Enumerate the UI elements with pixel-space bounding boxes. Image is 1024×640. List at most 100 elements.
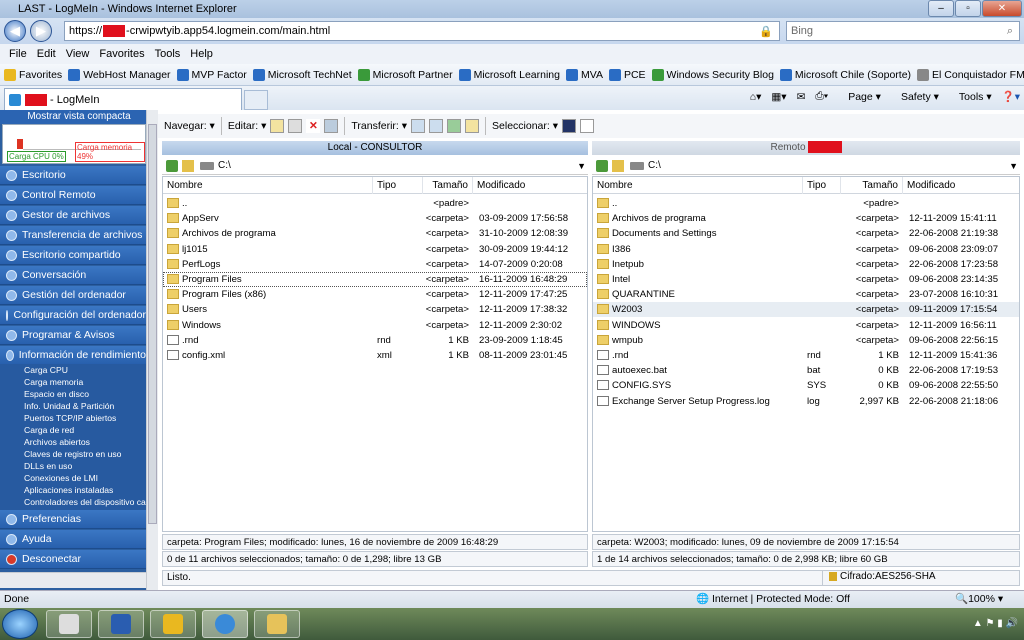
file-row[interactable]: Archivos de programa <carpeta> 31-10-2009 … [163,226,587,241]
taskbar-word[interactable] [98,610,144,638]
sidebar-item-transferencia[interactable]: Transferencia de archivos [0,226,146,245]
file-row[interactable]: .. <padre> [163,196,587,211]
taskbar-explorer[interactable] [254,610,300,638]
subitem-carga-cpu[interactable]: Carga CPU [0,364,146,376]
menu-favorites[interactable]: Favorites [99,48,144,60]
file-row[interactable]: Documents and Settings <carpeta> 22-06-200… [593,226,1019,241]
menu-view[interactable]: View [66,48,90,60]
subitem-controladores[interactable]: Controladores del dispositivo ca [0,496,146,508]
file-row[interactable]: Users <carpeta> 12-11-2009 17:38:32 [163,302,587,317]
sidebar-item-rendimiento[interactable]: Información de rendimiento [0,346,146,365]
fav-mvpfactor[interactable]: MVP Factor [176,68,247,81]
subitem-puertos[interactable]: Puertos TCP/IP abiertos [0,412,146,424]
recycle-icon[interactable] [324,119,339,133]
fav-learning[interactable]: Microsoft Learning [458,68,560,81]
search-icon[interactable]: ⌕ [1007,25,1013,38]
fav-webhost[interactable]: WebHost Manager [68,68,171,81]
subitem-conexiones[interactable]: Conexiones de LMI [0,472,146,484]
copy-right-icon[interactable] [429,119,444,133]
close-button[interactable]: ✕ [982,0,1022,17]
select-all-icon[interactable] [562,119,577,133]
file-row[interactable]: .rnd rnd 1 KB 23-09-2009 1:18:45 [163,333,587,348]
address-bar[interactable]: https:// -crwipwtyib.app54.logmein.com/m… [64,21,780,41]
delete-icon[interactable]: ✕ [306,119,321,133]
col-tipo[interactable]: Tipo [803,177,841,194]
zoom-control[interactable]: 🔍100% ▾ [955,591,1003,608]
back-button[interactable]: ◀ [4,20,26,42]
seleccionar-dropdown[interactable]: ▾ [550,120,558,132]
menu-edit[interactable]: Edit [37,48,56,60]
folder-sync-icon[interactable] [465,119,480,133]
file-row[interactable]: AppServ <carpeta> 03-09-2009 17:56:58 [163,211,587,226]
new-folder-icon[interactable] [270,119,285,133]
feeds-icon[interactable]: ▦▾ [771,91,786,103]
minimize-button[interactable]: – [928,0,954,17]
favorites-button[interactable]: Favorites [4,68,62,81]
file-row[interactable]: wmpub <carpeta> 09-06-2008 22:56:15 [593,333,1019,348]
local-file-list[interactable]: Nombre Tipo Tamaño Modificado .. <padre> A… [162,176,588,532]
col-tipo[interactable]: Tipo [373,177,423,194]
fav-mva[interactable]: MVA [565,68,603,81]
sidebar-scrollbar[interactable] [146,110,158,590]
fav-technet[interactable]: Microsoft TechNet [252,68,352,81]
subitem-aplicaciones[interactable]: Aplicaciones instaladas [0,484,146,496]
sync-icon[interactable] [447,119,462,133]
remote-path-bar[interactable]: C:\ ▼ [592,157,1020,175]
refresh-icon[interactable] [596,159,608,172]
file-row[interactable]: .. <padre> [593,196,1019,211]
select-cursor-icon[interactable] [580,119,595,133]
lock-icon[interactable]: 🔒 [759,25,773,38]
file-row[interactable]: autoexec.bat bat 0 KB 22-06-2008 17:19:53 [593,363,1019,378]
sidebar-item-desconectar[interactable]: Desconectar [0,550,146,569]
local-path-bar[interactable]: C:\ ▼ [162,157,588,175]
scroll-thumb[interactable] [148,124,157,524]
safety-menu[interactable]: Safety ▾ [891,91,939,103]
file-row[interactable]: I386 <carpeta> 09-06-2008 23:09:07 [593,242,1019,257]
sidebar-item-programar[interactable]: Programar & Avisos [0,326,146,345]
tab-logmein[interactable]: - LogMeIn [4,88,242,110]
refresh-icon[interactable] [166,159,178,172]
file-row[interactable]: Inetpub <carpeta> 22-06-2008 17:23:58 [593,257,1019,272]
sidebar-item-gestion[interactable]: Gestión del ordenador [0,286,146,305]
copy-left-icon[interactable] [411,119,426,133]
subitem-dlls[interactable]: DLLs en uso [0,460,146,472]
sidebar-item-conversacion[interactable]: Conversación [0,266,146,285]
rename-icon[interactable] [288,119,303,133]
col-tamano[interactable]: Tamaño [841,177,903,194]
start-button[interactable] [2,609,38,639]
file-row[interactable]: config.xml xml 1 KB 08-11-2009 23:01:45 [163,348,587,363]
subitem-claves-registro[interactable]: Claves de registro en uso [0,448,146,460]
file-row[interactable]: CONFIG.SYS SYS 0 KB 09-06-2008 22:55:50 [593,378,1019,393]
fav-pce[interactable]: PCE [608,68,646,81]
navegar-dropdown[interactable]: ▾ [207,120,215,132]
fav-mschile[interactable]: Microsoft Chile (Soporte) [779,68,911,81]
menu-tools[interactable]: Tools [155,48,181,60]
subitem-archivos-abiertos[interactable]: Archivos abiertos [0,436,146,448]
sidebar-item-escritorio-compartido[interactable]: Escritorio compartido [0,246,146,265]
file-row[interactable]: W2003 <carpeta> 09-11-2009 17:15:54 [593,302,1019,318]
print-icon[interactable]: ⎙▾ [815,90,828,103]
taskbar-app-1[interactable] [46,610,92,638]
file-row[interactable]: PerfLogs <carpeta> 14-07-2009 0:20:08 [163,257,587,272]
file-row[interactable]: WINDOWS <carpeta> 12-11-2009 16:56:11 [593,318,1019,333]
file-row[interactable]: Program Files (x86) <carpeta> 12-11-2009 1… [163,287,587,302]
col-modificado[interactable]: Modificado [903,177,1019,194]
col-nombre[interactable]: Nombre [163,177,373,194]
forward-button[interactable]: ▶ [30,20,52,42]
col-tamano[interactable]: Tamaño [423,177,473,194]
menu-help[interactable]: Help [190,48,213,60]
page-menu[interactable]: Page ▾ [838,91,881,103]
mail-icon[interactable]: ✉ [797,91,806,103]
sidebar-item-ayuda[interactable]: Ayuda [0,530,146,549]
col-modificado[interactable]: Modificado [473,177,587,194]
menu-file[interactable]: File [9,48,27,60]
subitem-info-unidad[interactable]: Info. Unidad & Partición [0,400,146,412]
sidebar-item-escritorio[interactable]: Escritorio [0,166,146,185]
col-nombre[interactable]: Nombre [593,177,803,194]
editar-dropdown[interactable]: ▾ [258,120,266,132]
file-row[interactable]: Windows <carpeta> 12-11-2009 2:30:02 [163,318,587,333]
transferir-dropdown[interactable]: ▾ [399,120,407,132]
subitem-carga-red[interactable]: Carga de red [0,424,146,436]
file-row[interactable]: lj1015 <carpeta> 30-09-2009 19:44:12 [163,242,587,257]
security-zone[interactable]: 🌐 Internet | Protected Mode: Off [696,591,850,608]
